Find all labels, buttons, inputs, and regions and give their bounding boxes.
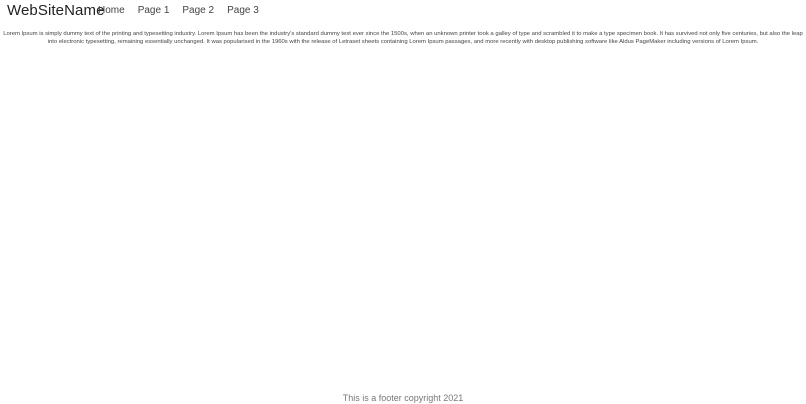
main-content: Lorem Ipsum is simply dummy text of the … — [2, 30, 804, 46]
nav-link-page-1[interactable]: Page 1 — [138, 5, 170, 16]
nav-link-page-2[interactable]: Page 2 — [182, 5, 214, 16]
footer-copyright-text: This is a footer copyright 2021 — [342, 393, 464, 403]
navbar: WebSiteName Home Page 1 Page 2 Page 3 — [0, 0, 806, 22]
site-brand-link[interactable]: WebSiteName — [7, 2, 105, 19]
footer: This is a footer copyright 2021 — [0, 393, 806, 403]
nav-links: Home Page 1 Page 2 Page 3 — [98, 5, 272, 16]
nav-link-home[interactable]: Home — [98, 5, 125, 16]
nav-link-page-3[interactable]: Page 3 — [227, 5, 259, 16]
body-paragraph: Lorem Ipsum is simply dummy text of the … — [3, 31, 803, 45]
